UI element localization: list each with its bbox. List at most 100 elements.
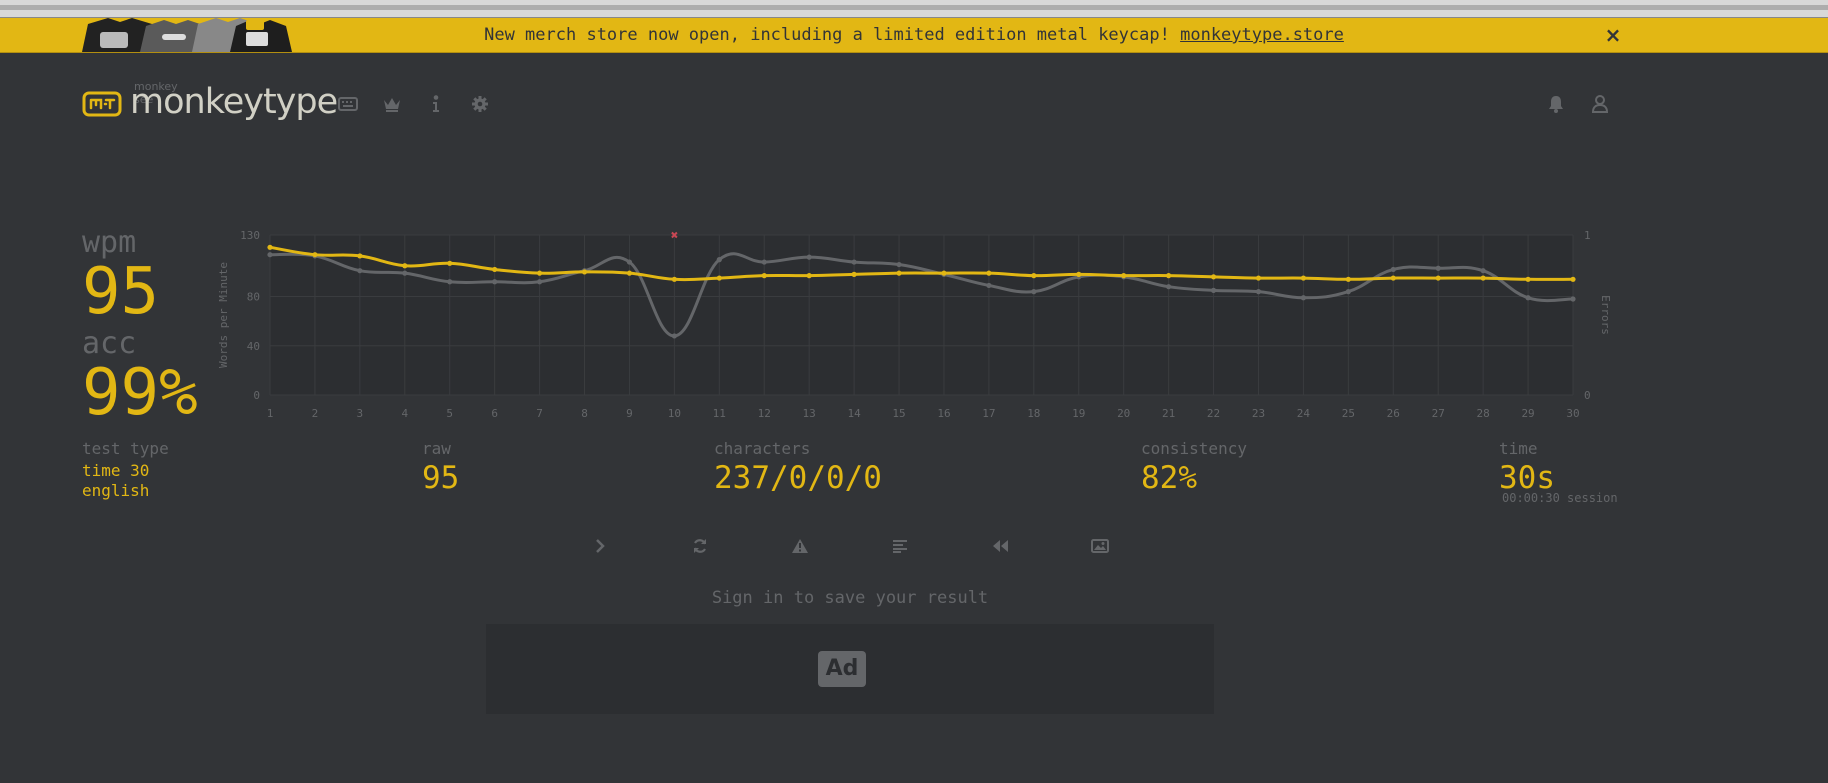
restart-icon <box>693 539 707 553</box>
wpm-point <box>1480 275 1486 281</box>
wpm-point <box>941 270 947 276</box>
wpm-point <box>671 276 677 282</box>
wpm-point <box>1031 273 1037 279</box>
raw-point <box>716 257 722 263</box>
wpm-point <box>1255 275 1262 281</box>
raw-point <box>671 333 677 339</box>
ad-container[interactable]: Ad <box>486 624 1214 714</box>
wpm-point <box>1570 276 1576 282</box>
bell-icon[interactable] <box>1544 92 1568 116</box>
x-tick-label: 11 <box>713 407 726 420</box>
x-tick-label: 3 <box>357 407 364 420</box>
word-history-button[interactable] <box>885 535 915 557</box>
raw-point <box>626 259 633 265</box>
x-tick-label: 10 <box>668 407 681 420</box>
raw-point <box>1210 287 1217 293</box>
chart-plot-area <box>270 235 1573 395</box>
restart-button[interactable] <box>685 535 715 557</box>
signin-text[interactable]: Sign in to save your result <box>712 588 988 608</box>
x-tick-label: 5 <box>446 407 453 420</box>
x-tick-label: 16 <box>937 407 950 420</box>
raw-point <box>357 268 363 274</box>
next-test-button[interactable] <box>585 535 615 557</box>
x-tick-label: 18 <box>1027 407 1040 420</box>
wpm-point <box>716 275 722 281</box>
raw-point <box>447 279 453 285</box>
x-tick-label: 4 <box>401 407 408 420</box>
raw-point <box>1570 296 1576 302</box>
x-tick-label: 6 <box>491 407 498 420</box>
window-top-strip <box>0 0 1828 18</box>
y-tick-label: 0 <box>253 389 260 402</box>
banner-close-button[interactable]: × <box>1598 18 1628 52</box>
wpm-point <box>761 273 767 279</box>
user-icon[interactable] <box>1588 92 1612 116</box>
raw-value[interactable]: 95 <box>422 460 459 496</box>
raw-point <box>402 270 408 276</box>
report-button[interactable] <box>785 535 815 557</box>
session-time: 00:00:30 session <box>1502 491 1618 505</box>
banner-message: New merch store now open, including a li… <box>0 18 1828 52</box>
wpm-point <box>1345 276 1351 282</box>
raw-point <box>1300 295 1307 301</box>
wpm-point <box>492 266 498 273</box>
replay-button[interactable] <box>985 535 1015 557</box>
x-tick-label: 15 <box>892 407 905 420</box>
test-type-language[interactable]: english <box>82 481 149 500</box>
raw-point <box>806 254 812 260</box>
characters-value[interactable]: 237/0/0/0 <box>714 460 882 496</box>
y2-tick-label: 0 <box>1584 389 1591 402</box>
y-tick-label: 80 <box>247 291 260 304</box>
wpm-point <box>1300 275 1307 281</box>
wpm-point <box>581 269 588 275</box>
x-tick-label: 29 <box>1521 407 1534 420</box>
x-tick-label: 13 <box>803 407 816 420</box>
replay-icon <box>993 540 1008 552</box>
wpm-point <box>1076 271 1082 277</box>
merch-banner: New merch store now open, including a li… <box>0 18 1828 53</box>
characters-label: characters <box>714 439 811 458</box>
x-tick-label: 23 <box>1252 407 1265 420</box>
wpm-point <box>1390 275 1396 281</box>
x-tick-label: 22 <box>1207 407 1220 420</box>
x-tick-label: 2 <box>312 407 319 420</box>
consistency-value[interactable]: 82% <box>1141 460 1197 496</box>
wpm-point <box>806 273 812 279</box>
wpm-point <box>267 244 273 250</box>
wpm-point <box>1525 276 1531 282</box>
raw-point <box>492 279 498 285</box>
info-icon[interactable] <box>424 92 448 116</box>
wpm-value[interactable]: 95 <box>82 260 159 324</box>
x-tick-label: 12 <box>758 407 771 420</box>
x-tick-label: 21 <box>1162 407 1175 420</box>
x-tick-label: 7 <box>536 407 543 420</box>
raw-point <box>986 282 992 289</box>
raw-point <box>1345 289 1351 295</box>
crown-icon[interactable] <box>380 92 404 116</box>
wpm-chart[interactable]: 04080130011 2 3 4 5 6 7 8 9 10 11 12 13 14 15 16 17 18 19 2… <box>210 225 1630 425</box>
consistency-label: consistency <box>1141 439 1247 458</box>
raw-point <box>1255 289 1262 295</box>
raw-point <box>1480 268 1486 274</box>
y-tick-label: 40 <box>247 340 260 353</box>
y-axis-label: Words per Minute <box>217 262 230 368</box>
wpm-point <box>357 253 363 259</box>
raw-label: raw <box>422 439 451 458</box>
x-tick-label: 30 <box>1566 407 1579 420</box>
raw-point <box>536 279 543 285</box>
wpm-point <box>626 270 633 276</box>
next-test-icon <box>596 539 605 553</box>
logo-icon <box>82 91 122 121</box>
test-type-mode[interactable]: time 30 <box>82 461 149 480</box>
keyboard-icon[interactable] <box>336 92 360 116</box>
x-tick-label: 28 <box>1477 407 1490 420</box>
screenshot-button[interactable] <box>1085 535 1115 557</box>
gear-icon[interactable] <box>468 92 492 116</box>
merch-store-link[interactable]: monkeytype.store <box>1180 25 1344 45</box>
raw-point <box>761 259 767 265</box>
x-tick-label: 8 <box>581 407 588 420</box>
y-tick-label: 130 <box>240 229 260 242</box>
acc-value[interactable]: 99% <box>82 361 198 425</box>
x-tick-label: 14 <box>847 407 861 420</box>
raw-point <box>1166 284 1172 290</box>
